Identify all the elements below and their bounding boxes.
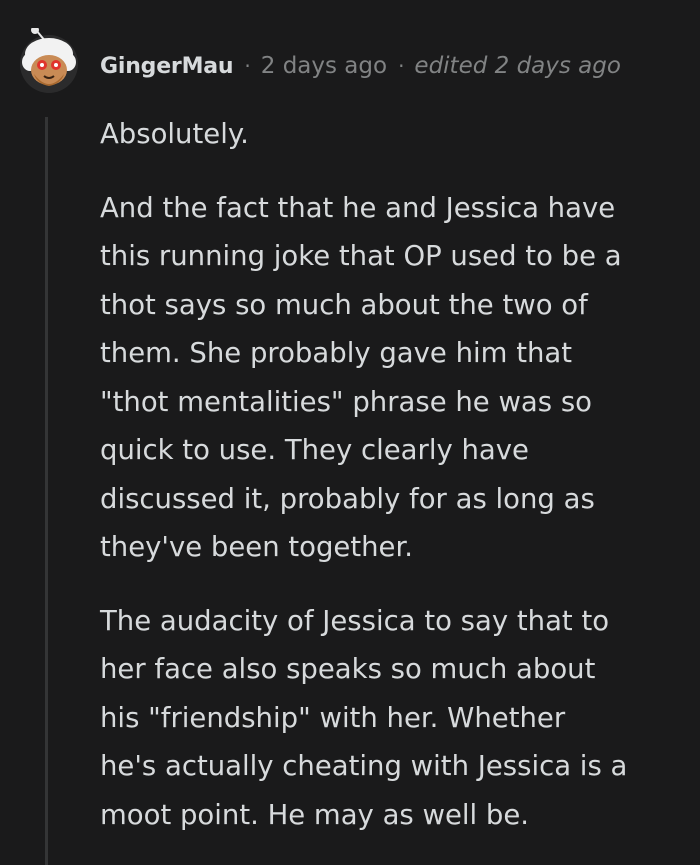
comment: GingerMau · 2 days ago · edited 2 days a…	[0, 0, 700, 865]
snoo-avatar-icon[interactable]	[16, 26, 82, 94]
comment-paragraph: And the fact that he and Jessica have th…	[100, 191, 622, 564]
separator-dot: ·	[244, 54, 251, 78]
separator-dot: ·	[398, 54, 405, 78]
thread-collapse-line[interactable]	[45, 117, 48, 865]
author-name[interactable]: GingerMau	[100, 54, 234, 79]
comment-paragraph: Absolutely.	[100, 118, 249, 150]
comment-body: Absolutely. And the fact that he and Jes…	[100, 110, 680, 864]
timestamp[interactable]: 2 days ago	[261, 53, 387, 79]
comment-paragraph: The audacity of Jessica to say that to h…	[100, 604, 628, 831]
edited-label: edited 2 days ago	[414, 53, 621, 79]
comment-header: GingerMau · 2 days ago · edited 2 days a…	[100, 48, 621, 84]
